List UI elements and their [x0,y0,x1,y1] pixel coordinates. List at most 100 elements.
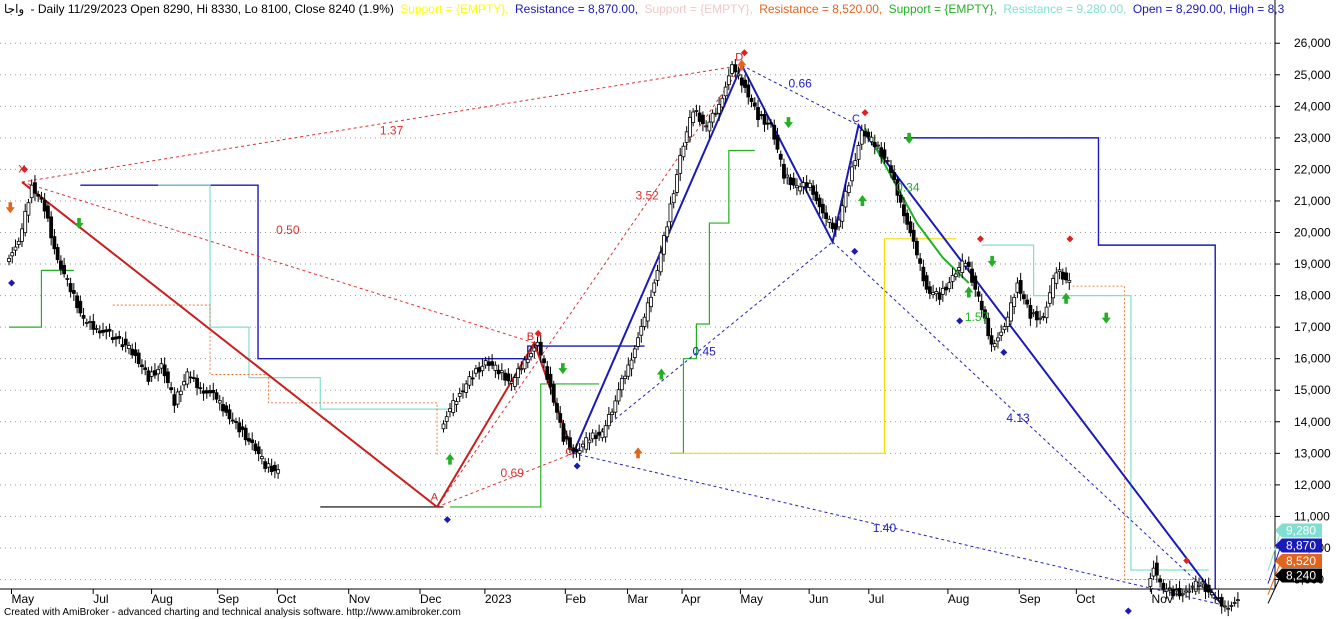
candle-body [237,422,242,433]
candle-body [807,182,812,188]
candle-body [788,177,793,185]
candle-body [1219,597,1224,607]
x-tick-label: Oct [277,592,296,606]
candle-body [775,134,780,150]
candle-body [856,145,861,160]
ratio-label: 4.13 [1006,411,1030,425]
candle-body [989,335,994,345]
candle-body [1060,271,1065,280]
candle-body [143,367,148,370]
candle-body [483,360,488,366]
candle-body [778,153,783,160]
candle-body [759,114,764,117]
candle-body [548,373,553,388]
candle-body [1187,590,1192,593]
candle-body [1018,280,1023,294]
candle-body [749,97,754,102]
candle-body [84,322,89,324]
candle-body [1031,312,1036,315]
header-resistance-2: Resistance = 8,520.00, [759,2,882,16]
candle-body [746,84,751,98]
y-tick-label: 21,000 [1294,194,1331,208]
x-tick-label: Nov [1152,592,1173,606]
footer-credit: Created with AmiBroker - advanced charti… [4,607,461,618]
candle-body [684,131,689,143]
candle-body [791,177,796,186]
candle-body [97,330,102,334]
candle-body [224,405,229,413]
candle-body [619,378,624,391]
candle-body [535,341,540,346]
y-tick-label: 13,000 [1294,446,1331,460]
header-support-2: Support = {EMPTY}, [644,2,752,16]
candle-body [110,337,115,340]
candle-body [736,73,741,77]
candle-body [551,384,556,403]
candle-body [88,321,92,323]
candle-body [91,321,96,330]
candle-body [626,364,631,377]
candle-body [529,353,533,358]
candle-body [950,275,955,282]
y-tick-label: 18,000 [1294,289,1331,303]
candle-body [117,336,122,339]
candle-body [642,316,647,327]
candle-body [574,448,579,453]
candle-body [211,389,216,394]
candle-body [804,182,809,188]
candle-body [944,286,948,291]
candle-body [1193,580,1198,592]
candle-body [1047,292,1052,304]
candle-body [927,286,932,294]
ohlc-info: - Daily 11/29/2023 Open 8290, Hi 8330, L… [31,2,394,16]
candle-body [859,129,864,145]
candle-body [448,408,452,413]
candle-body [863,131,867,137]
candle-body [263,461,268,469]
candle-body [250,439,255,443]
candle-body [182,381,186,386]
candle-body [629,359,634,370]
candle-body [713,112,718,115]
candle-body [1067,280,1072,283]
chart-header: واجا - Daily 11/29/2023 Open 8290, Hi 83… [4,2,1285,16]
candle-body [632,348,637,358]
candle-body [496,369,501,375]
candle-body [1229,604,1234,607]
candle-body [153,370,157,376]
candle-body [65,278,70,280]
candle-body [979,300,984,311]
candle-body [743,79,747,88]
candle-body [1151,567,1156,577]
candle-body [940,287,945,295]
header-resistance-1: Resistance = 8,870.00, [515,2,638,16]
candle-body [247,438,251,442]
candle-body [104,329,109,333]
candle-body [68,283,73,293]
x-tick-label: Aug [152,592,173,606]
candle-body [16,240,21,245]
candle-body [996,337,1000,342]
y-tick-label: 26,000 [1294,36,1331,50]
candle-body [918,258,923,264]
candle-body [652,282,657,293]
candle-body [454,401,459,405]
candle-body [94,328,99,330]
candle-body [1148,578,1153,587]
candle-body [824,212,829,220]
candle-body [710,112,715,123]
candle-body [992,343,997,348]
candle-body [133,349,138,356]
candle-body [542,358,546,364]
x-tick-label: Sep [1019,592,1041,606]
x-tick-label: Jul [93,592,108,606]
candle-body [970,268,974,283]
candle-body [490,361,495,366]
candle-body [457,392,462,397]
candle-body [441,423,446,430]
candle-body [493,364,498,371]
y-tick-label: 17,000 [1294,320,1331,334]
candle-body [623,375,627,379]
pattern-point-label: X [18,164,26,176]
candle-body [723,86,728,97]
